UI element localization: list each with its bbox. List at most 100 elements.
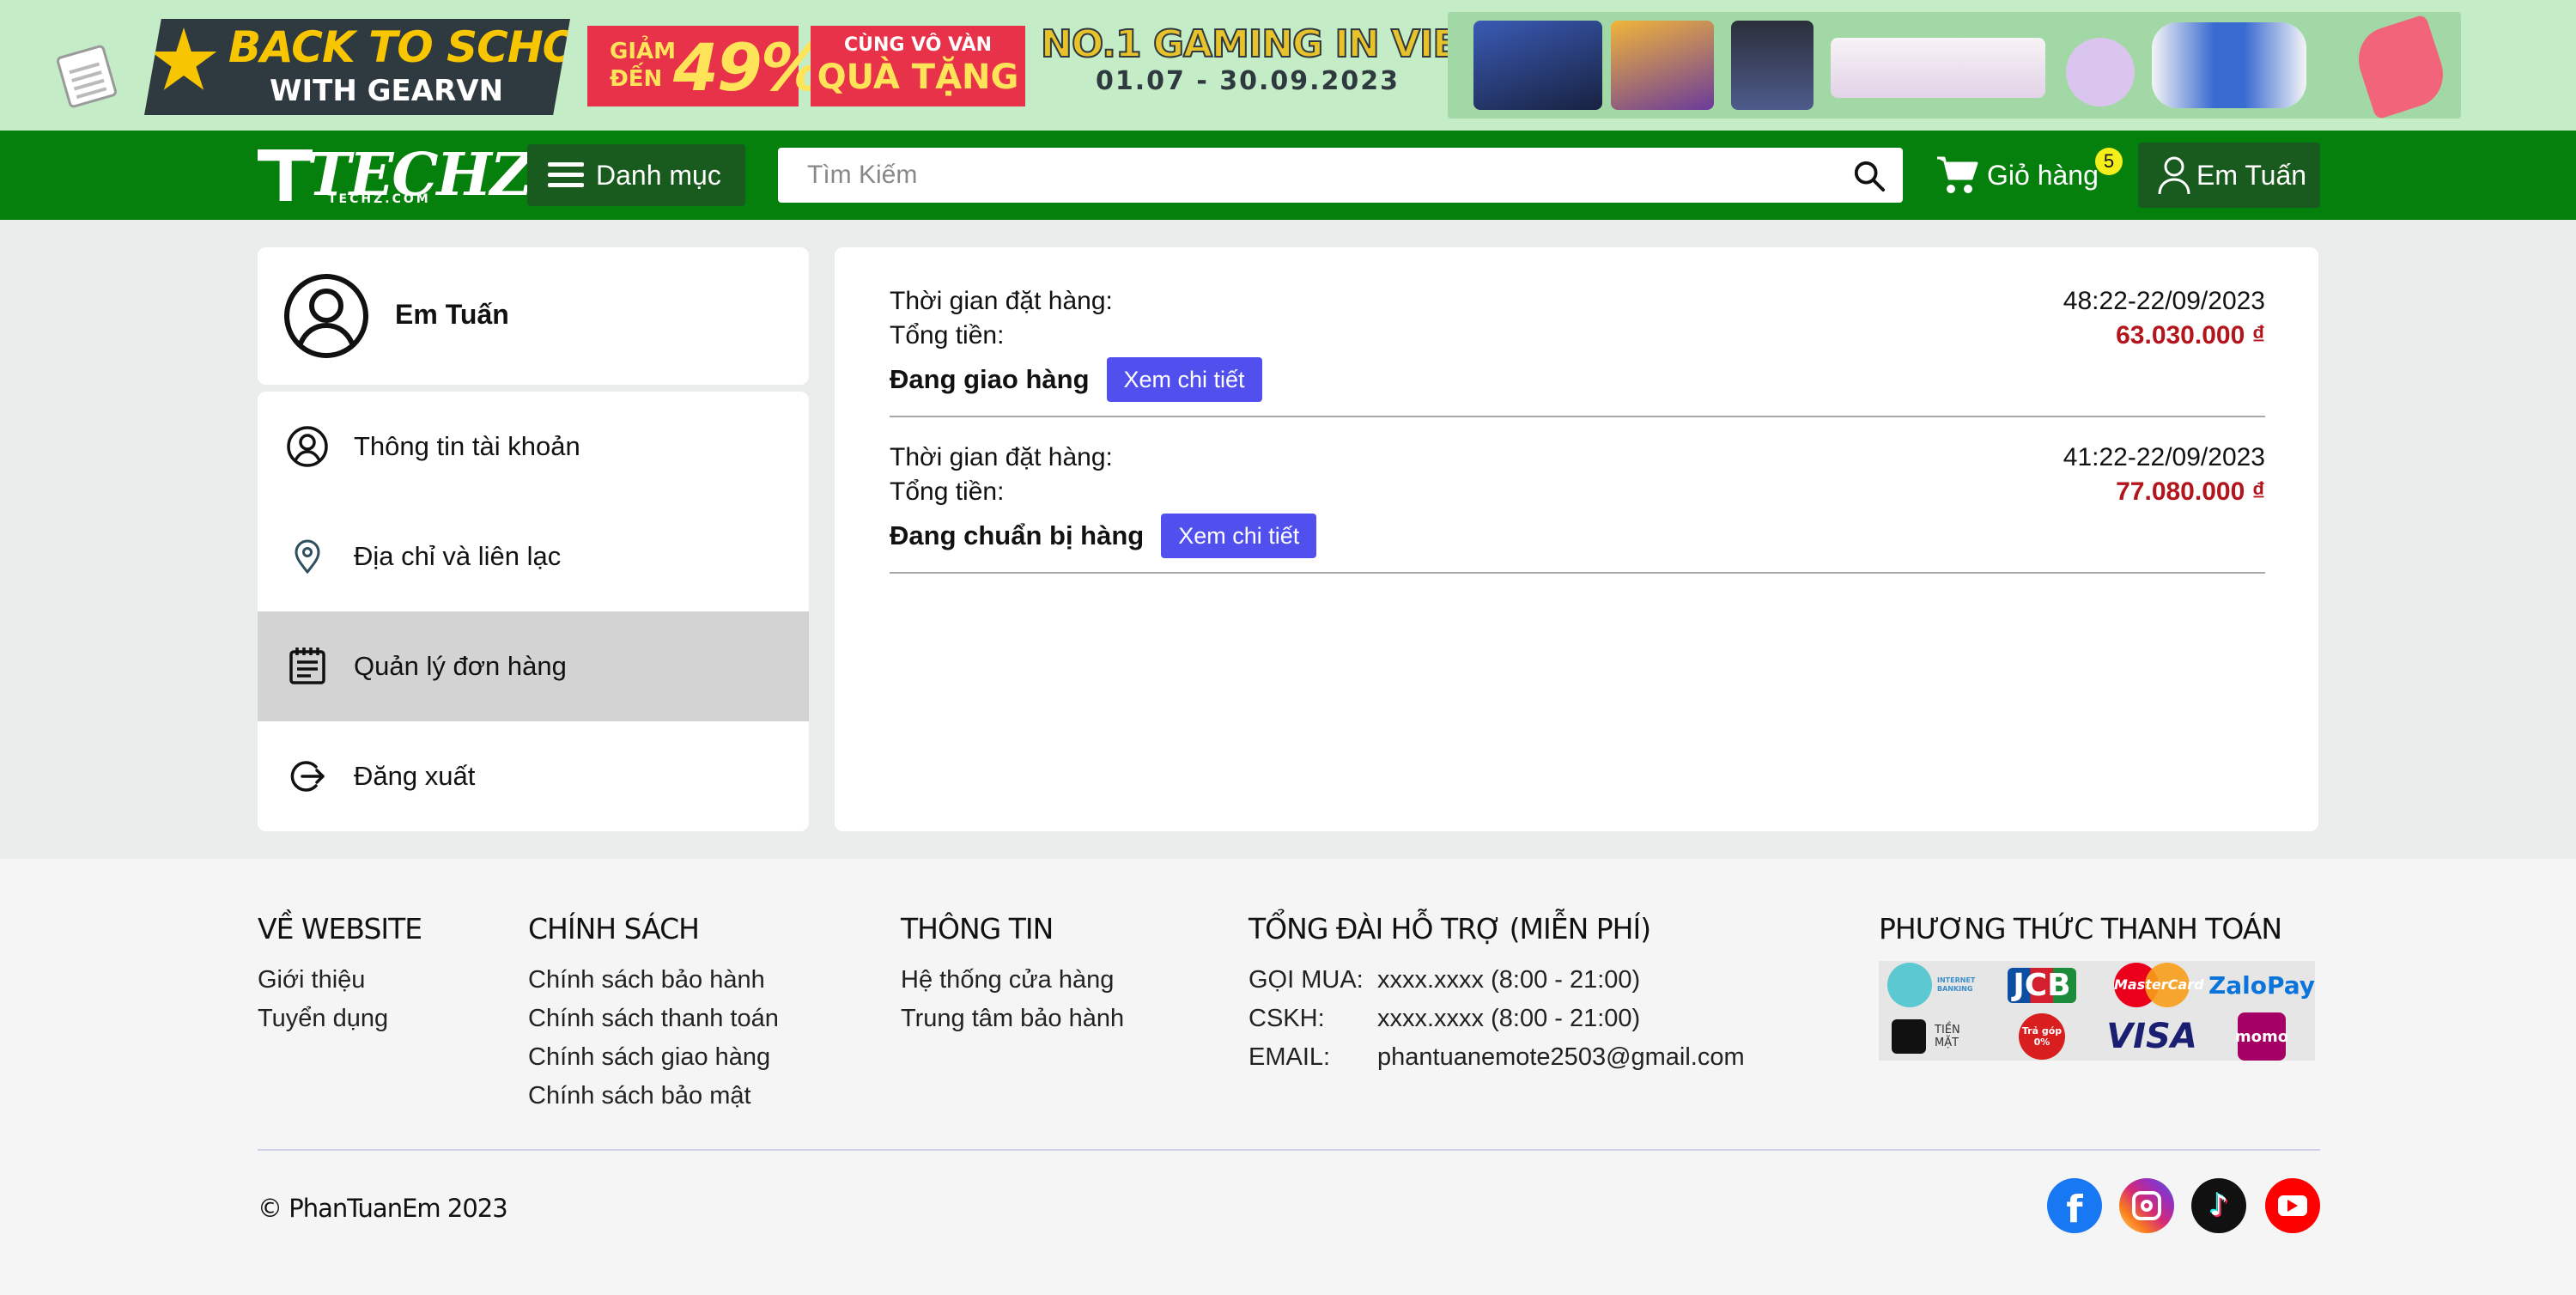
order-item: Thời gian đặt hàng: 48:22-22/09/2023 Tổn… (890, 287, 2265, 424)
footer-link-service-center[interactable]: Trung tâm bảo hành (901, 1000, 1124, 1038)
order-time-value: 48:22-22/09/2023 (2063, 287, 2265, 315)
footer-link-about[interactable]: Giới thiệu (258, 961, 422, 1000)
pc-case-image (1731, 21, 1814, 110)
notepad-icon (55, 44, 118, 109)
gaming-title: NO.1 GAMING IN VIETNAM (1040, 21, 1580, 67)
momo-logo: momo (2208, 1012, 2315, 1061)
sidebar-item-logout[interactable]: Đăng xuất (258, 721, 809, 831)
order-time-row: Thời gian đặt hàng: 41:22-22/09/2023 (890, 443, 2265, 477)
search-icon[interactable] (1853, 160, 1886, 192)
payment-methods-grid: INTERNET BANKING JCB MasterCard ZaloPay … (1879, 961, 2315, 1061)
monitor-image (1611, 21, 1714, 110)
support-label: CSKH: (1249, 1005, 1325, 1032)
laptop-image (1473, 21, 1602, 110)
order-total-row: Tổng tiền: 77.080.000 ₫ (890, 477, 2265, 512)
instagram-icon[interactable] (2119, 1178, 2174, 1233)
support-row-care: CSKH: xxxx.xxxx (8:00 - 21:00) (1249, 1000, 1745, 1038)
footer-heading: VỀ WEBSITE (258, 912, 422, 945)
footer-heading: TỔNG ĐÀI HỖ TRỢ (MIỄN PHÍ) (1249, 912, 1651, 945)
footer-payment: PHƯƠNG THỨC THANH TOÁN INTERNET BANKING … (1879, 912, 2315, 1061)
footer-link-warranty-policy[interactable]: Chính sách bảo hành (528, 961, 779, 1000)
order-total-value: 77.080.000 ₫ (2116, 477, 2265, 506)
account-page: Em Tuấn Thông tin tài khoản Địa chỉ và l… (0, 220, 2576, 859)
facebook-icon[interactable]: f (2047, 1178, 2102, 1233)
sidebar-item-label: Thông tin tài khoản (354, 431, 580, 461)
jcb-logo: JCB (1989, 961, 2095, 1009)
support-label: GỌI MUA: (1249, 966, 1364, 994)
youtube-icon[interactable] (2265, 1178, 2320, 1233)
cart-icon (1937, 156, 1978, 193)
promo-banner[interactable]: BACK TO SCHOOL WITH GEARVN GIẢM ĐẾN 49% … (0, 0, 2576, 131)
view-detail-button[interactable]: Xem chi tiết (1106, 357, 1262, 402)
gaming-title-block: NO.1 GAMING IN VIETNAM 01.07 - 30.09.202… (1040, 21, 1580, 105)
sidebar-item-account-info[interactable]: Thông tin tài khoản (258, 392, 809, 502)
search-bar (778, 148, 1903, 203)
footer-link-shipping-policy[interactable]: Chính sách giao hàng (528, 1038, 779, 1077)
search-input[interactable] (778, 148, 1834, 203)
promo-products-strip (1448, 12, 2461, 119)
order-status-row: Đang chuẩn bị hàng Xem chi tiết (890, 512, 2265, 560)
profile-card: Em Tuấn (258, 247, 809, 385)
sidebar-item-orders[interactable]: Quản lý đơn hàng (258, 611, 809, 721)
discount-percent: 49% (673, 29, 826, 106)
keyboard-image (1831, 38, 2045, 98)
footer-info: THÔNG TIN Hệ thống cửa hàng Trung tâm bả… (901, 912, 1124, 1038)
back-to-school-badge: BACK TO SCHOOL WITH GEARVN (144, 19, 570, 115)
gift-badge: CÙNG VÔ VÀN QUÀ TẶNG (811, 26, 1025, 106)
sidebar-item-address[interactable]: Địa chỉ và liên lạc (258, 502, 809, 611)
star-icon (150, 27, 217, 90)
site-logo[interactable]: TECHZ TECHZ.COM (258, 141, 532, 210)
sidebar-item-label: Đăng xuất (354, 761, 476, 791)
hamburger-icon (548, 162, 584, 187)
banner-headline-1: BACK TO SCHOOL (228, 22, 641, 72)
logout-icon (290, 761, 325, 792)
order-total-row: Tổng tiền: 63.030.000 ₫ (890, 321, 2265, 356)
cash-logo: TIỀN MẶT (1879, 1012, 1985, 1061)
account-sidebar: Thông tin tài khoản Địa chỉ và liên lạc … (258, 392, 809, 831)
order-time-row: Thời gian đặt hàng: 48:22-22/09/2023 (890, 287, 2265, 321)
order-list-icon (289, 648, 325, 684)
order-total-value: 63.030.000 ₫ (2116, 321, 2265, 350)
mastercard-logo: MasterCard (2099, 961, 2205, 1009)
support-label: EMAIL: (1249, 1043, 1331, 1071)
support-row-email: EMAIL: phantuanemote2503@gmail.com (1249, 1038, 1745, 1077)
order-total-label: Tổng tiền: (890, 321, 1005, 350)
category-menu-label: Danh mục (596, 159, 721, 191)
view-detail-button[interactable]: Xem chi tiết (1161, 514, 1317, 558)
order-item: Thời gian đặt hàng: 41:22-22/09/2023 Tổn… (890, 443, 2265, 581)
gift-small-text: CÙNG VÔ VÀN (843, 34, 993, 56)
tiktok-icon[interactable]: ♪ (2191, 1178, 2246, 1233)
footer-divider (258, 1149, 2320, 1151)
banner-headline-2: WITH GEARVN (270, 74, 504, 108)
footer-link-careers[interactable]: Tuyển dụng (258, 1000, 422, 1038)
gift-big-text: QUÀ TẶNG (817, 58, 1019, 97)
footer-link-privacy-policy[interactable]: Chính sách bảo mật (528, 1077, 779, 1116)
promo-date-range: 01.07 - 30.09.2023 (1095, 66, 1400, 96)
footer-heading: THÔNG TIN (901, 912, 1054, 945)
footer-link-payment-policy[interactable]: Chính sách thanh toán (528, 1000, 779, 1038)
account-label: Em Tuấn (2196, 159, 2307, 191)
user-icon (2158, 156, 2190, 195)
footer-about: VỀ WEBSITE Giới thiệu Tuyển dụng (258, 912, 422, 1038)
footer-policy: CHÍNH SÁCH Chính sách bảo hành Chính sác… (528, 912, 779, 1116)
footer-heading: PHƯƠNG THỨC THANH TOÁN (1879, 912, 2282, 945)
order-status: Đang chuẩn bị hàng (890, 520, 1145, 550)
footer-link-stores[interactable]: Hệ thống cửa hàng (901, 961, 1124, 1000)
mouse-image (2066, 38, 2135, 106)
copyright-text: © PhanTuanEm 2023 (258, 1194, 508, 1223)
site-footer: VỀ WEBSITE Giới thiệu Tuyển dụng CHÍNH S… (0, 859, 2576, 1295)
handheld-console-image (2152, 22, 2306, 108)
order-time-value: 41:22-22/09/2023 (2063, 443, 2265, 471)
order-divider (890, 572, 2265, 574)
site-header: TECHZ TECHZ.COM Danh mục Giỏ hàng 5 Em T… (0, 131, 2576, 220)
support-email-value[interactable]: phantuanemote2503@gmail.com (1377, 1038, 1745, 1077)
visa-logo: VISA (2106, 1017, 2197, 1056)
account-button[interactable]: Em Tuấn (2138, 143, 2320, 208)
cart-label: Giỏ hàng (1987, 159, 2099, 191)
logo-mark (258, 149, 313, 201)
category-menu-button[interactable]: Danh mục (527, 144, 745, 206)
zalopay-logo: ZaloPay (2208, 970, 2316, 1000)
profile-name: Em Tuấn (395, 299, 509, 330)
user-circle-icon (287, 426, 328, 467)
cart-button[interactable]: Giỏ hàng 5 (1935, 146, 2123, 204)
